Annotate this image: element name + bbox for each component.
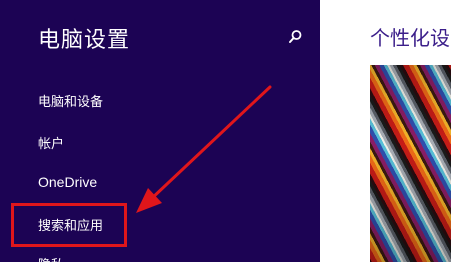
page-title: 个性化设置 [370,26,451,50]
search-icon[interactable] [286,28,304,46]
sidebar-item-privacy[interactable]: 隐私 [38,254,64,262]
main-content: 个性化设置 [320,0,451,262]
annotation-highlight-box [11,203,127,247]
sidebar-title: 电脑设置 [38,28,131,53]
sidebar-item-onedrive[interactable]: OneDrive [38,174,97,190]
settings-sidebar: 电脑设置 电脑和设备 帐户 OneDrive 搜索和应用 隐私 [0,0,320,262]
sidebar-item-accounts[interactable]: 帐户 [38,133,64,152]
lock-screen-preview-image [370,65,451,262]
sidebar-item-pc-and-devices[interactable]: 电脑和设备 [38,91,103,110]
preview-shade [370,65,451,262]
